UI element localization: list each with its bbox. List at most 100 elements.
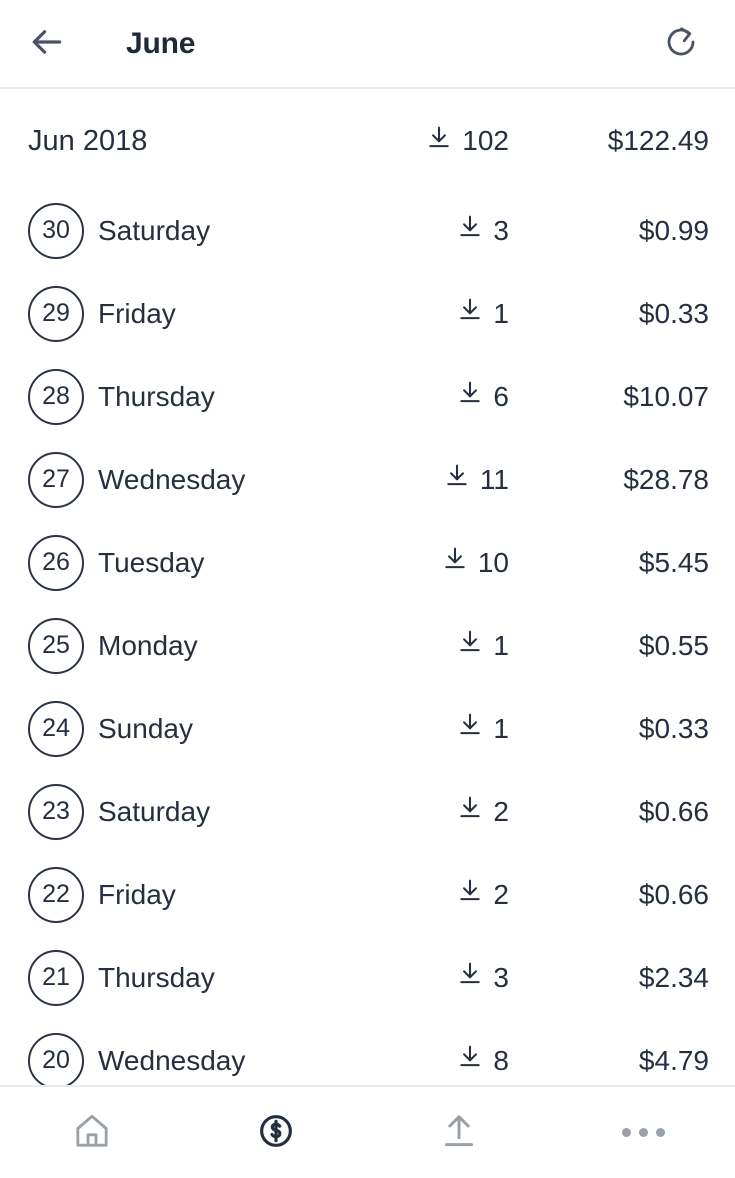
weekday-label: Saturday xyxy=(98,214,211,246)
row-left: 21 Thursday xyxy=(28,949,319,1006)
tab-upload[interactable] xyxy=(368,1087,552,1178)
row-left: 25 Monday xyxy=(28,617,319,674)
table-row[interactable]: 22 Friday 2 $0.66 xyxy=(0,853,735,936)
row-count-value: 11 xyxy=(479,463,509,495)
summary-month-label: Jun 2018 xyxy=(28,124,148,157)
row-download-count: 1 xyxy=(319,629,509,662)
table-row[interactable]: 21 Thursday 3 $2.34 xyxy=(0,936,735,1019)
row-left: 29 Friday xyxy=(28,285,319,342)
tab-more[interactable] xyxy=(551,1087,735,1178)
row-count-value: 1 xyxy=(493,297,509,329)
table-row[interactable]: 28 Thursday 6 $10.07 xyxy=(0,355,735,438)
table-row[interactable]: 26 Tuesday 10 $5.45 xyxy=(0,521,735,604)
bottom-tab-bar xyxy=(0,1085,735,1178)
table-row[interactable]: 25 Monday 1 $0.55 xyxy=(0,604,735,687)
row-count-value: 2 xyxy=(493,878,509,910)
row-count-value: 6 xyxy=(493,380,509,412)
table-row[interactable]: 29 Friday 1 $0.33 xyxy=(0,272,735,355)
table-row[interactable]: 23 Saturday 2 $0.66 xyxy=(0,770,735,853)
row-download-count: 8 xyxy=(319,1044,509,1077)
month-summary-row: Jun 2018 102 $122.49 xyxy=(0,93,735,189)
row-left: 22 Friday xyxy=(28,866,319,923)
download-icon xyxy=(457,795,483,828)
home-icon xyxy=(72,1111,112,1154)
row-left: 28 Thursday xyxy=(28,368,319,425)
row-left: 26 Tuesday xyxy=(28,534,319,591)
row-download-count: 2 xyxy=(319,878,509,911)
summary-download-count: 102 xyxy=(319,125,509,158)
row-amount: $10.07 xyxy=(623,380,709,412)
row-download-count: 3 xyxy=(319,214,509,247)
day-number-badge: 29 xyxy=(28,285,84,342)
day-number-badge: 23 xyxy=(28,783,84,840)
tab-money[interactable] xyxy=(184,1087,368,1178)
weekday-label: Saturday xyxy=(98,795,211,827)
row-amount: $4.79 xyxy=(638,1044,709,1076)
download-icon xyxy=(444,463,470,496)
row-count-value: 1 xyxy=(493,712,509,744)
download-icon xyxy=(457,961,483,994)
refresh-button[interactable] xyxy=(655,18,707,70)
download-icon xyxy=(457,380,483,413)
arrow-left-icon xyxy=(28,23,66,64)
upload-icon xyxy=(439,1111,479,1154)
download-icon xyxy=(426,125,452,158)
row-download-count: 1 xyxy=(319,712,509,745)
app-header: June xyxy=(0,0,735,89)
table-row[interactable]: 20 Wednesday 8 $4.79 xyxy=(0,1019,735,1085)
summary-left: Jun 2018 xyxy=(28,125,319,158)
dollar-circle-icon xyxy=(256,1111,296,1154)
row-amount: $0.33 xyxy=(638,297,709,329)
weekday-label: Thursday xyxy=(98,961,215,993)
row-amount: $5.45 xyxy=(638,546,709,578)
download-icon xyxy=(457,712,483,745)
row-left: 20 Wednesday xyxy=(28,1032,319,1085)
row-left: 23 Saturday xyxy=(28,783,319,840)
weekday-label: Tuesday xyxy=(98,546,205,578)
tab-home[interactable] xyxy=(0,1087,184,1178)
row-left: 30 Saturday xyxy=(28,202,319,259)
weekday-label: Wednesday xyxy=(98,1044,246,1076)
refresh-ccw-icon xyxy=(663,24,699,63)
row-amount: $0.55 xyxy=(638,629,709,661)
more-dots-icon xyxy=(621,1128,665,1137)
table-row[interactable]: 30 Saturday 3 $0.99 xyxy=(0,189,735,272)
row-download-count: 10 xyxy=(319,546,509,579)
weekday-label: Wednesday xyxy=(98,463,246,495)
row-left: 27 Wednesday xyxy=(28,451,319,508)
table-row[interactable]: 24 Sunday 1 $0.33 xyxy=(0,687,735,770)
row-count-value: 3 xyxy=(493,214,509,246)
day-number-badge: 22 xyxy=(28,866,84,923)
row-download-count: 2 xyxy=(319,795,509,828)
download-icon xyxy=(457,629,483,662)
day-number-badge: 24 xyxy=(28,700,84,757)
day-number-badge: 30 xyxy=(28,202,84,259)
row-download-count: 6 xyxy=(319,380,509,413)
row-download-count: 1 xyxy=(319,297,509,330)
download-icon xyxy=(442,546,468,579)
weekday-label: Sunday xyxy=(98,712,193,744)
row-count-value: 8 xyxy=(493,1044,509,1076)
page-title: June xyxy=(126,26,196,60)
day-rows-container: 30 Saturday 3 $0.99 29 Friday 1 $0.33 28 Thursday… xyxy=(0,189,735,1085)
row-count-value: 2 xyxy=(493,795,509,827)
back-button[interactable] xyxy=(28,18,80,70)
row-amount: $0.33 xyxy=(638,712,709,744)
row-amount: $0.66 xyxy=(638,795,709,827)
day-number-badge: 25 xyxy=(28,617,84,674)
day-number-badge: 28 xyxy=(28,368,84,425)
download-icon xyxy=(457,878,483,911)
download-icon xyxy=(457,1044,483,1077)
weekday-label: Thursday xyxy=(98,380,215,412)
day-list: Jun 2018 102 $122.49 30 Saturday 3 $0.99 29 F… xyxy=(0,89,735,1085)
table-row[interactable]: 27 Wednesday 11 $28.78 xyxy=(0,438,735,521)
row-download-count: 11 xyxy=(319,463,509,496)
download-icon xyxy=(457,297,483,330)
download-icon xyxy=(457,214,483,247)
row-download-count: 3 xyxy=(319,961,509,994)
row-count-value: 3 xyxy=(493,961,509,993)
weekday-label: Friday xyxy=(98,878,176,910)
row-amount: $0.99 xyxy=(638,214,709,246)
row-count-value: 1 xyxy=(493,629,509,661)
summary-count-value: 102 xyxy=(462,125,509,156)
